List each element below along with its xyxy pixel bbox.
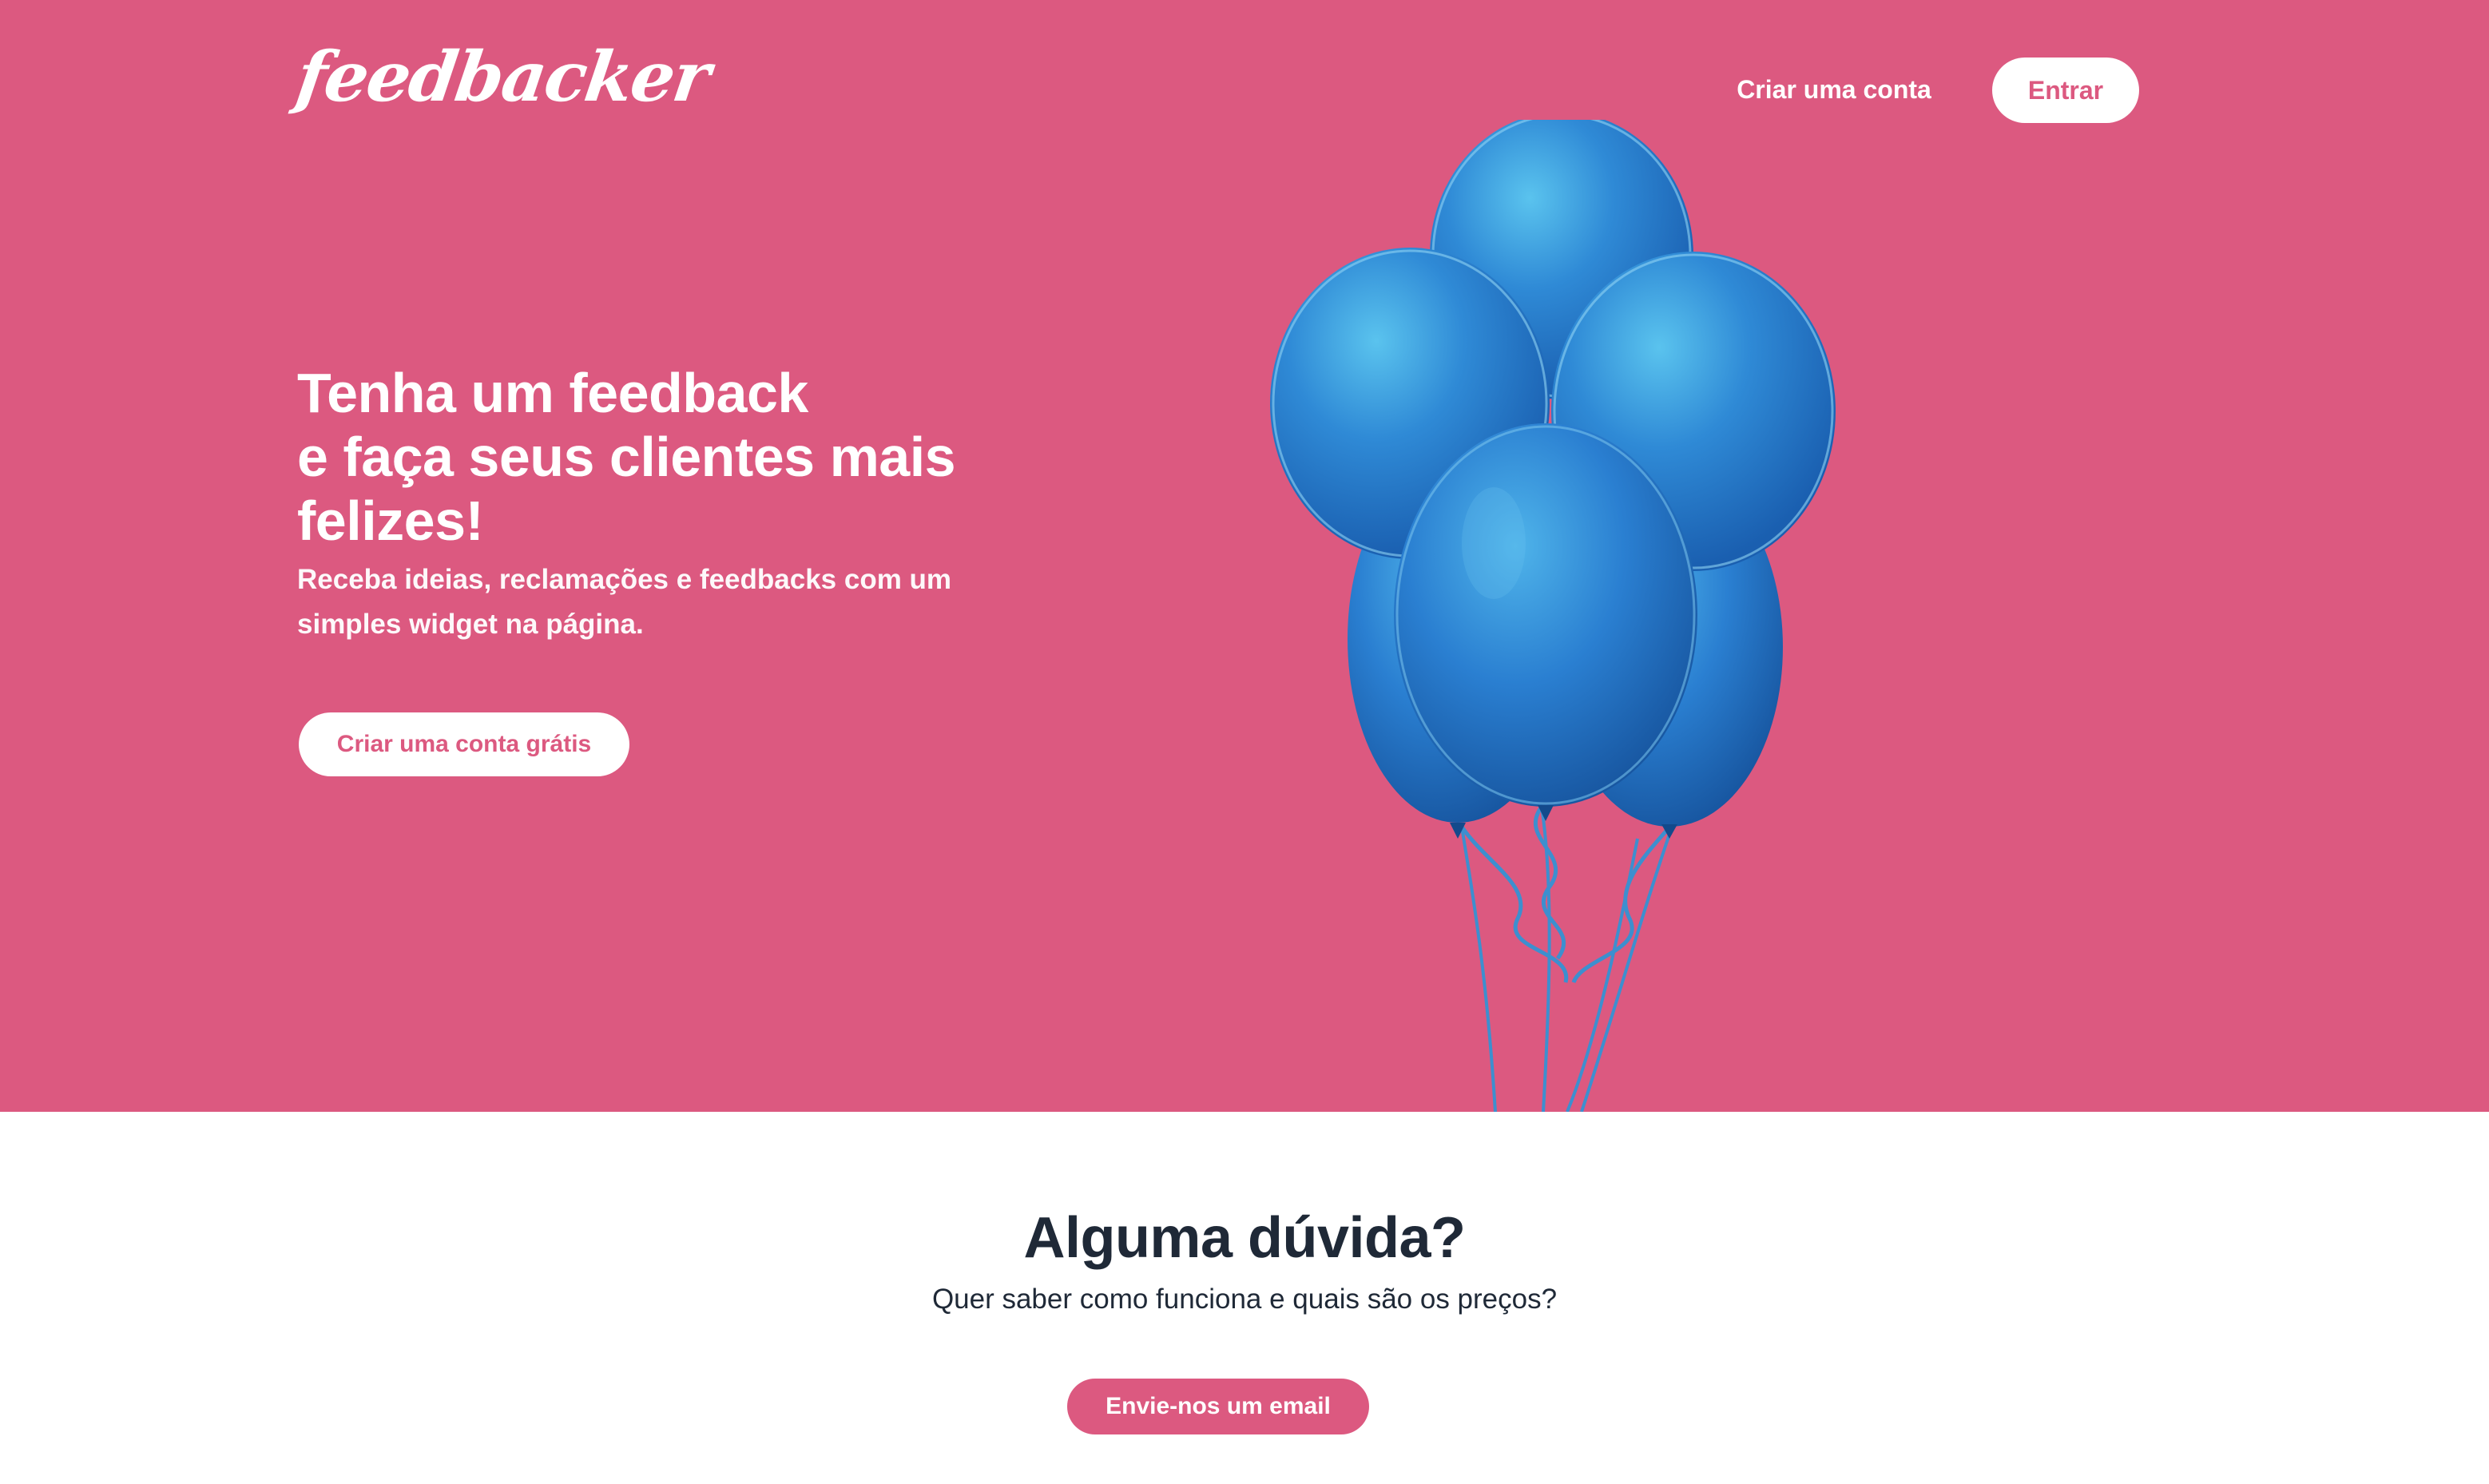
feedbacker-logo[interactable]: feedbacker xyxy=(292,37,714,117)
balloon-strings xyxy=(1459,805,1675,1112)
send-email-button[interactable]: Envie-nos um email xyxy=(1067,1379,1369,1434)
hero-subtitle: Receba ideias, reclamações e feedbacks c… xyxy=(297,557,984,647)
hero-headline-line-2: e faça seus clientes mais xyxy=(297,426,956,488)
hero-section: feedbacker Criar uma conta Entrar Tenha … xyxy=(0,0,2489,1112)
hero-headline: Tenha um feedback e faça seus clientes m… xyxy=(297,361,1016,553)
hero-subtitle-line-1: Receba ideias, reclamações e feedbacks c… xyxy=(297,564,952,595)
login-button[interactable]: Entrar xyxy=(1992,58,2139,123)
balloons-illustration xyxy=(1270,120,1836,1112)
hero-subtitle-line-2: simples widget na página. xyxy=(297,609,644,640)
faq-subtitle: Quer saber como funciona e quais são os … xyxy=(931,1284,1558,1315)
hero-headline-line-3: felizes! xyxy=(297,490,484,552)
faq-title: Alguma dúvida? xyxy=(1023,1206,1466,1270)
signup-link[interactable]: Criar uma conta xyxy=(1709,69,1959,110)
hero-headline-line-1: Tenha um feedback xyxy=(297,362,808,424)
create-free-account-button[interactable]: Criar uma conta grátis xyxy=(299,712,629,776)
